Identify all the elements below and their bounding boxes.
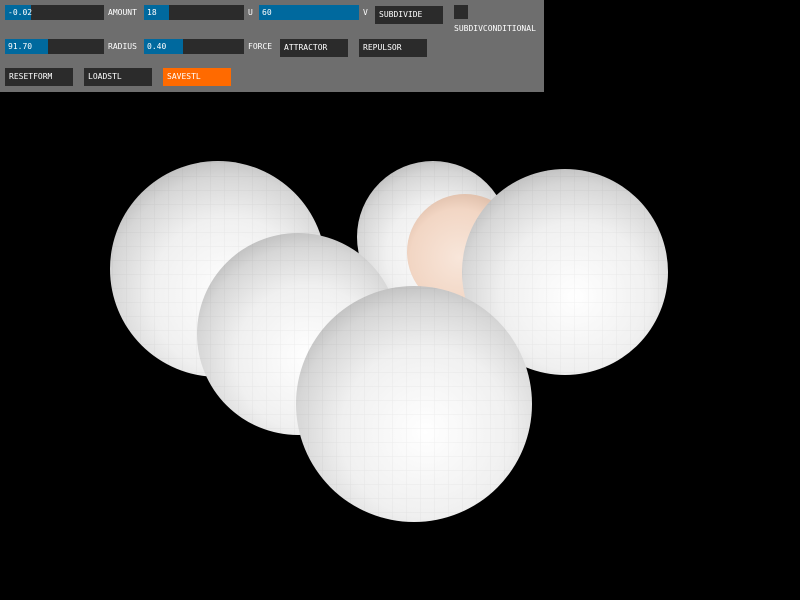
- control-panel: -0.02 AMOUNT 18 U 60 V SUBDIVIDE SUBDIVC…: [0, 0, 544, 92]
- radius-slider[interactable]: 91.70: [5, 39, 104, 54]
- loadstl-button[interactable]: LOADSTL: [84, 68, 152, 86]
- force-label: FORCE: [248, 42, 273, 51]
- amount-label: AMOUNT: [108, 8, 137, 17]
- force-slider[interactable]: 0.40: [144, 39, 244, 54]
- amount-value: -0.02: [8, 8, 33, 17]
- savestl-button[interactable]: SAVESTL: [163, 68, 231, 86]
- force-value: 0.40: [147, 42, 167, 51]
- sphere-cluster: [110, 161, 668, 522]
- 3d-viewport[interactable]: [0, 92, 800, 600]
- u-value: 18: [147, 8, 157, 17]
- radius-label: RADIUS: [108, 42, 137, 51]
- subdivide-button[interactable]: SUBDIVIDE: [375, 6, 443, 24]
- attractor-button[interactable]: ATTRACTOR: [280, 39, 348, 57]
- v-value: 60: [262, 8, 272, 17]
- u-slider[interactable]: 18: [144, 5, 244, 20]
- subdiv-conditional-toggle[interactable]: [454, 5, 468, 19]
- resetform-button[interactable]: RESETFORM: [5, 68, 73, 86]
- v-label: V: [363, 8, 368, 17]
- subdiv-conditional-label: SUBDIVCONDITIONAL: [454, 24, 536, 33]
- u-label: U: [248, 8, 253, 17]
- sphere-front: [296, 286, 532, 522]
- radius-value: 91.70: [8, 42, 33, 51]
- repulsor-button[interactable]: REPULSOR: [359, 39, 427, 57]
- v-slider-fill: [259, 5, 359, 20]
- v-slider[interactable]: 60: [259, 5, 359, 20]
- amount-slider[interactable]: -0.02: [5, 5, 104, 20]
